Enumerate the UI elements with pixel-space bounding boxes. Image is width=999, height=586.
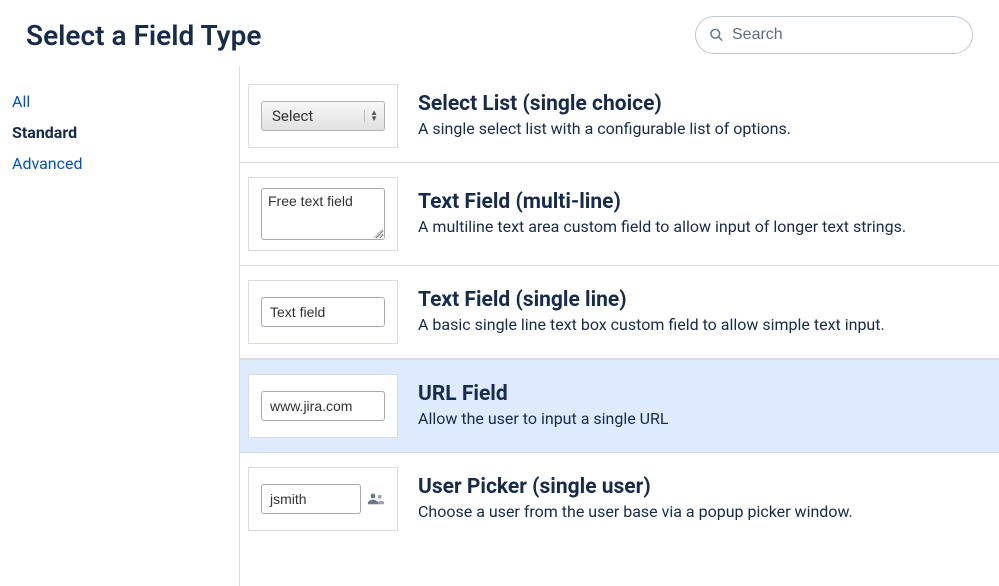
preview-input-box: jsmith [261, 484, 361, 514]
sidebar-item-advanced[interactable]: Advanced [12, 148, 239, 179]
field-type-text-single[interactable]: Text field Text Field (single line) A ba… [240, 266, 999, 359]
search-wrapper [695, 16, 973, 54]
field-type-select-list[interactable]: Select ▲▼ Select List (single choice) A … [240, 70, 999, 163]
field-title: URL Field [418, 382, 983, 406]
search-icon [709, 28, 724, 43]
dialog-body: All Standard Advanced Select ▲▼ Select L… [0, 66, 999, 586]
field-type-user-picker[interactable]: jsmith User Picker (single user) Choose … [240, 453, 999, 545]
field-type-url[interactable]: www.jira.com URL Field Allow the user to… [240, 359, 999, 453]
chevron-updown-icon: ▲▼ [364, 110, 378, 122]
sidebar-item-standard[interactable]: Standard [12, 117, 239, 148]
preview-select-box: Select ▲▼ [261, 101, 385, 131]
field-title: Text Field (multi-line) [418, 190, 983, 214]
page-title: Select a Field Type [26, 19, 261, 52]
field-info: URL Field Allow the user to input a sing… [418, 382, 983, 430]
dialog-header: Select a Field Type [0, 0, 999, 66]
preview-input-box: Text field [261, 297, 385, 327]
preview-textarea-box: Free text field [261, 188, 385, 240]
field-description: Choose a user from the user base via a p… [418, 501, 983, 523]
field-preview: Text field [248, 280, 398, 344]
field-title: Select List (single choice) [418, 92, 983, 116]
field-description: A basic single line text box custom fiel… [418, 314, 983, 336]
sidebar-item-all[interactable]: All [12, 86, 239, 117]
preview-text: www.jira.com [270, 398, 352, 414]
field-description: A multiline text area custom field to al… [418, 216, 983, 238]
field-preview: jsmith [248, 467, 398, 531]
field-description: A single select list with a configurable… [418, 118, 983, 140]
preview-user-box: jsmith [261, 484, 385, 514]
search-input[interactable] [695, 16, 973, 54]
field-description: Allow the user to input a single URL [418, 408, 983, 430]
field-info: Text Field (single line) A basic single … [418, 288, 983, 336]
preview-input-box: www.jira.com [261, 391, 385, 421]
field-title: Text Field (single line) [418, 288, 983, 312]
field-preview: Free text field [248, 177, 398, 251]
users-icon [367, 492, 385, 506]
field-preview: Select ▲▼ [248, 84, 398, 148]
preview-text: Select [272, 107, 313, 125]
sidebar: All Standard Advanced [0, 66, 240, 586]
field-info: User Picker (single user) Choose a user … [418, 475, 983, 523]
field-info: Select List (single choice) A single sel… [418, 92, 983, 140]
field-type-text-multiline[interactable]: Free text field Text Field (multi-line) … [240, 163, 999, 266]
field-info: Text Field (multi-line) A multiline text… [418, 190, 983, 238]
field-type-list: Select ▲▼ Select List (single choice) A … [240, 66, 999, 586]
preview-text: jsmith [270, 491, 307, 507]
field-title: User Picker (single user) [418, 475, 983, 499]
preview-text: Text field [270, 304, 325, 320]
field-preview: www.jira.com [248, 374, 398, 438]
preview-text: Free text field [268, 193, 353, 209]
